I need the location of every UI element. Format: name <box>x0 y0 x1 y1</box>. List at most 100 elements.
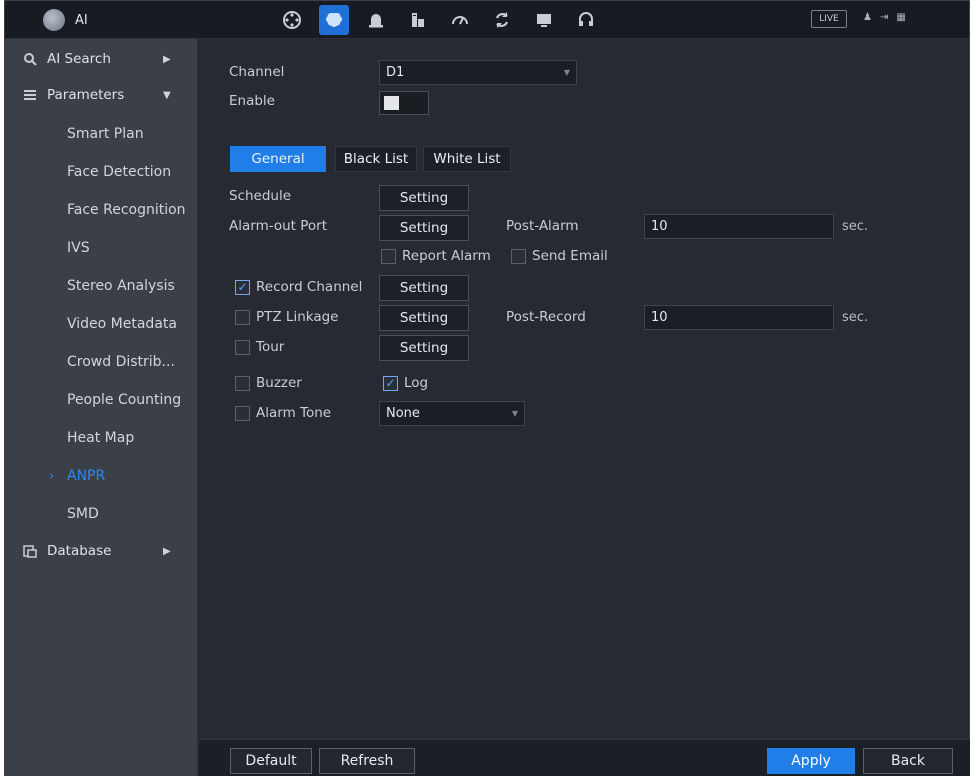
grid-icon[interactable]: ▦ <box>896 12 905 23</box>
chevron-down-icon: ▼ <box>563 68 570 77</box>
checkbox-box: ✓ <box>383 375 398 391</box>
checkbox-label: Buzzer <box>256 375 302 391</box>
ai-brain-icon <box>43 9 65 31</box>
post-record-unit: sec. <box>842 310 869 325</box>
sidebar-item-ai-search[interactable]: AI Search ▶ <box>5 41 198 77</box>
search-icon <box>24 53 37 66</box>
post-alarm-input[interactable]: 10 <box>644 214 834 239</box>
sidebar-item-label: Video Metadata <box>67 316 177 332</box>
sidebar-item-face-detection[interactable]: Face Detection <box>5 153 198 191</box>
tour-checkbox[interactable]: Tour <box>235 339 284 355</box>
tab-black-list[interactable]: Black List <box>335 146 417 172</box>
log-checkbox[interactable]: ✓ Log <box>383 375 428 391</box>
display-icon[interactable] <box>529 5 559 35</box>
chevron-right-icon: ▶ <box>163 545 171 557</box>
chevron-down-icon: ▼ <box>163 89 171 101</box>
tab-white-list[interactable]: White List <box>423 146 511 172</box>
checkbox-box <box>381 248 396 264</box>
ai-brain-icon[interactable] <box>319 5 349 35</box>
checkbox-label: PTZ Linkage <box>256 309 339 325</box>
sidebar-item-video-metadata[interactable]: Video Metadata <box>5 305 198 343</box>
checkbox-label: Record Channel <box>256 279 363 295</box>
alarm-out-setting-button[interactable]: Setting <box>379 215 469 241</box>
checkbox-box <box>235 375 250 391</box>
live-button[interactable]: LIVE <box>811 10 847 28</box>
sidebar: AI Search ▶ Parameters ▼ Smart Plan Face… <box>5 39 198 776</box>
sidebar-item-face-recognition[interactable]: Face Recognition <box>5 191 198 229</box>
alarm-icon[interactable] <box>361 5 391 35</box>
app-brand: AI <box>43 9 88 31</box>
checkbox-label: Log <box>404 375 429 391</box>
default-button[interactable]: Default <box>230 748 312 774</box>
channel-value: D1 <box>386 65 405 80</box>
alarm-tone-select[interactable]: None ▼ <box>379 401 525 426</box>
app-title: AI <box>75 12 88 28</box>
buzzer-checkbox[interactable]: Buzzer <box>235 375 302 391</box>
app-window: AI LIVE ♟ ⇥ ▦ AI Search ▶ Parameters ▼ S… <box>4 0 970 776</box>
sidebar-item-label: Parameters <box>47 87 125 103</box>
sidebar-item-smart-plan[interactable]: Smart Plan <box>5 115 198 153</box>
post-record-label: Post-Record <box>506 309 586 325</box>
chevron-right-icon: › <box>49 468 55 484</box>
enable-toggle[interactable] <box>379 91 429 115</box>
sidebar-item-label: People Counting <box>67 392 182 408</box>
report-alarm-checkbox[interactable]: Report Alarm <box>381 248 491 264</box>
user-icon[interactable]: ♟ <box>863 12 872 23</box>
ptz-linkage-checkbox[interactable]: PTZ Linkage <box>235 309 338 325</box>
back-button[interactable]: Back <box>863 748 953 774</box>
sidebar-item-label: Heat Map <box>67 430 135 446</box>
chevron-down-icon: ▼ <box>511 409 518 418</box>
apply-button[interactable]: Apply <box>767 748 855 774</box>
post-record-input[interactable]: 10 <box>644 305 834 330</box>
checkbox-box: ✓ <box>235 279 250 295</box>
sidebar-item-anpr[interactable]: › ANPR <box>5 457 198 495</box>
checkbox-box <box>235 309 250 325</box>
sidebar-item-label: AI Search <box>47 51 111 67</box>
checkbox-box <box>235 405 250 421</box>
schedule-setting-button[interactable]: Setting <box>379 185 469 211</box>
sidebar-item-smd[interactable]: SMD <box>5 495 198 533</box>
sidebar-item-people-counting[interactable]: People Counting <box>5 381 198 419</box>
send-email-checkbox[interactable]: Send Email <box>511 248 608 264</box>
sidebar-item-label: ANPR <box>67 468 106 484</box>
logout-icon[interactable]: ⇥ <box>880 12 888 23</box>
playback-reel-icon[interactable] <box>277 5 307 35</box>
checkbox-label: Tour <box>256 339 285 355</box>
tour-setting-button[interactable]: Setting <box>379 335 469 361</box>
checkbox-box <box>511 248 526 264</box>
tab-general[interactable]: General <box>230 146 326 172</box>
sidebar-item-stereo-analysis[interactable]: Stereo Analysis <box>5 267 198 305</box>
post-alarm-label: Post-Alarm <box>506 218 579 234</box>
storage-icon[interactable] <box>403 5 433 35</box>
schedule-label: Schedule <box>229 188 292 204</box>
sidebar-item-parameters[interactable]: Parameters ▼ <box>5 77 198 113</box>
sidebar-item-label: Crowd Distrib... <box>67 354 175 370</box>
list-icon <box>24 90 36 100</box>
record-channel-checkbox[interactable]: ✓ Record Channel <box>235 279 362 295</box>
checkbox-label: Alarm Tone <box>256 405 332 421</box>
anpr-settings-panel: Channel D1 ▼ Enable General Black List W… <box>199 39 970 739</box>
record-channel-setting-button[interactable]: Setting <box>379 275 469 301</box>
alarm-out-port-label: Alarm-out Port <box>229 218 328 234</box>
headset-icon[interactable] <box>571 5 601 35</box>
speed-gauge-icon[interactable] <box>445 5 475 35</box>
sidebar-item-label: Stereo Analysis <box>67 278 175 294</box>
sidebar-item-heat-map[interactable]: Heat Map <box>5 419 198 457</box>
alarm-tone-value: None <box>386 406 420 421</box>
refresh-icon[interactable] <box>487 5 517 35</box>
alarm-tone-checkbox[interactable]: Alarm Tone <box>235 405 331 421</box>
sidebar-item-label: SMD <box>67 506 99 522</box>
main-nav <box>277 5 601 35</box>
sidebar-item-crowd-distribution[interactable]: Crowd Distrib... <box>5 343 198 381</box>
ptz-setting-button[interactable]: Setting <box>379 305 469 331</box>
sidebar-item-label: Face Recognition <box>67 202 186 218</box>
refresh-button[interactable]: Refresh <box>319 748 415 774</box>
sidebar-item-ivs[interactable]: IVS <box>5 229 198 267</box>
top-right-tools: ♟ ⇥ ▦ <box>863 12 906 23</box>
sidebar-item-database[interactable]: Database ▶ <box>5 533 198 569</box>
database-icon <box>23 545 37 558</box>
checkbox-label: Send Email <box>532 248 608 264</box>
channel-label: Channel <box>229 64 285 80</box>
channel-select[interactable]: D1 ▼ <box>379 60 577 85</box>
checkbox-box <box>235 339 250 355</box>
